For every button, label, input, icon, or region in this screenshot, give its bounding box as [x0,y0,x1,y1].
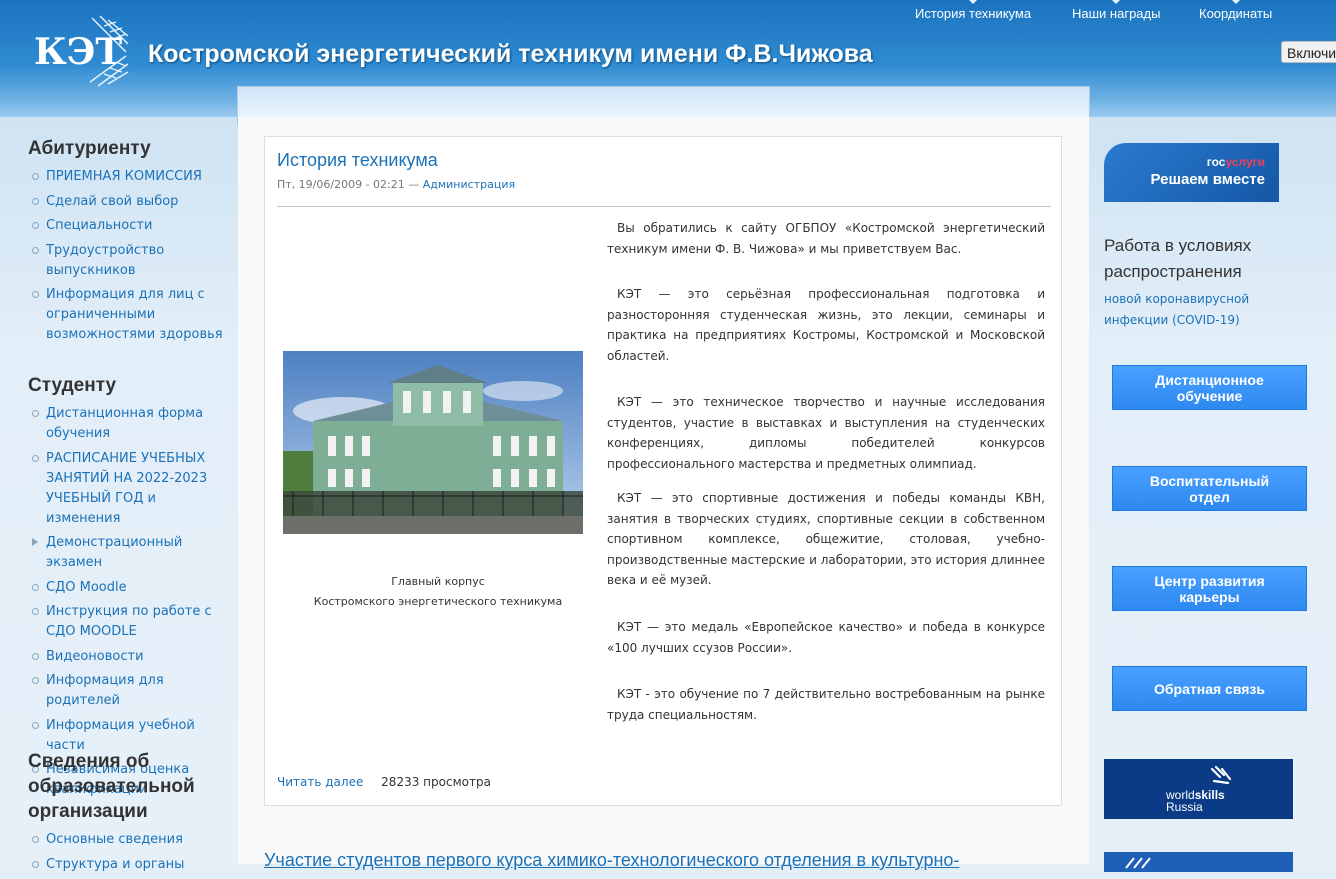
next-article-title[interactable]: Участие студентов первого курса химико-т… [264,850,959,871]
site-title[interactable]: Костромской энергетический техникум имен… [148,40,873,69]
org-info-block-title: Сведения об образовательной организации [28,751,195,822]
photo-caption: Главный корпус Костромского энергетическ… [283,572,593,612]
divider [277,206,1051,207]
menu-item-video-news[interactable]: Видеоновости [28,647,228,667]
accessibility-toggle-button[interactable]: Включить [1281,41,1336,63]
top-navigation: История техникума Наши награды Координат… [0,0,1336,26]
article-title[interactable]: История техникума [277,150,438,171]
student-block-title: Студенту [28,375,117,396]
article-links: Читать далее 28233 просмотра [277,775,491,789]
logo-text: КЭТ [34,31,122,73]
menu-item-parents[interactable]: Информация для родителей [28,671,228,711]
menu-item-specialties[interactable]: Специальности [28,216,228,236]
read-more-link[interactable]: Читать далее [277,775,363,789]
menu-item-disabilities[interactable]: Информация для лиц с ограниченными возмо… [28,285,228,345]
article-card: История техникума Пт, 19/06/2009 - 02:21… [264,136,1062,806]
menu-item-distance[interactable]: Дистанционная форма обучения [28,404,228,444]
views-count: 28233 просмотра [381,775,491,789]
article-paragraph: Вы обратились к сайту ОГБПОУ «Костромско… [607,221,1045,256]
nav-awards-link[interactable]: Наши награды [1072,0,1160,21]
student-menu: Дистанционная форма обучения РАСПИСАНИЕ … [28,404,228,800]
career-center-button[interactable]: Центр развития карьеры [1112,566,1307,611]
covid-info-link[interactable]: новой коронавирусной инфекции (COVID-19) [1104,289,1284,331]
article-meta: Пт, 19/06/2009 - 02:21 — Администрация [277,178,515,191]
menu-item-structure[interactable]: Структура и органы [28,855,228,875]
org-info-menu: Основные сведения Структура и органы [28,830,228,875]
abiturient-block-title: Абитуриенту [28,138,151,159]
article-paragraph: КЭТ — это техническое творчество и научн… [607,395,1045,471]
article-paragraph: КЭТ — это серьёзная профессиональная под… [607,287,1045,363]
menu-item-choice[interactable]: Сделай свой выбор [28,192,228,212]
article-date: Пт, 19/06/2009 - 02:21 — [277,178,423,191]
caption-line-2: Костромского энергетического техникума [313,595,563,608]
menu-item-schedule[interactable]: РАСПИСАНИЕ УЧЕБНЫХ ЗАНЯТИЙ НА 2022-2023 … [28,449,228,529]
gosuslugi-banner[interactable]: госуслуги Решаем вместе [1104,143,1279,202]
worldskills-icon [1210,765,1232,785]
menu-item-moodle[interactable]: СДО Moodle [28,578,228,598]
menu-item-demo-exam[interactable]: Демонстрационный экзамен [28,533,228,573]
left-sidebar: Абитуриенту ПРИЕМНАЯ КОМИССИЯ Сделай сво… [0,117,238,872]
abiturient-menu: ПРИЕМНАЯ КОМИССИЯ Сделай свой выбор Спец… [28,167,228,345]
caption-line-1: Главный корпус [391,575,485,588]
partner-logo-icon [1125,857,1151,869]
feedback-button[interactable]: Обратная связь [1112,666,1307,711]
article-paragraph: КЭТ — это спортивные достижения и победы… [607,491,1045,587]
article-paragraph: КЭТ - это обучение по 7 действительно во… [607,687,1045,722]
education-department-button[interactable]: Воспитательный отдел [1112,466,1307,511]
gosuslugi-logo: госуслуги [1206,155,1265,169]
menu-item-moodle-guide[interactable]: Инструкция по работе с СДО MOODLE [28,602,228,642]
main-content: История техникума Пт, 19/06/2009 - 02:21… [238,117,1089,870]
worldskills-banner[interactable]: worldskills Russia [1104,759,1293,819]
menu-item-basic-info[interactable]: Основные сведения [28,830,228,850]
partner-banner[interactable] [1104,852,1293,872]
building-photo [283,351,583,534]
covid-block-title: Работа в условиях распространения [1104,236,1252,281]
nav-contacts-link[interactable]: Координаты [1199,0,1272,21]
nav-history-link[interactable]: История техникума [915,0,1031,21]
menu-item-admission[interactable]: ПРИЕМНАЯ КОМИССИЯ [28,167,228,187]
distance-learning-button[interactable]: Дистанционное обучение [1112,365,1307,410]
right-sidebar: госуслуги Решаем вместе Работа в условия… [1089,117,1336,872]
worldskills-logo-text: worldskills Russia [1166,788,1225,814]
menu-item-employment[interactable]: Трудоустройство выпускников [28,241,228,281]
gosuslugi-slogan: Решаем вместе [1150,171,1265,188]
article-paragraph: КЭТ — это медаль «Европейское качество» … [607,620,1045,655]
article-author-link[interactable]: Администрация [423,178,515,191]
